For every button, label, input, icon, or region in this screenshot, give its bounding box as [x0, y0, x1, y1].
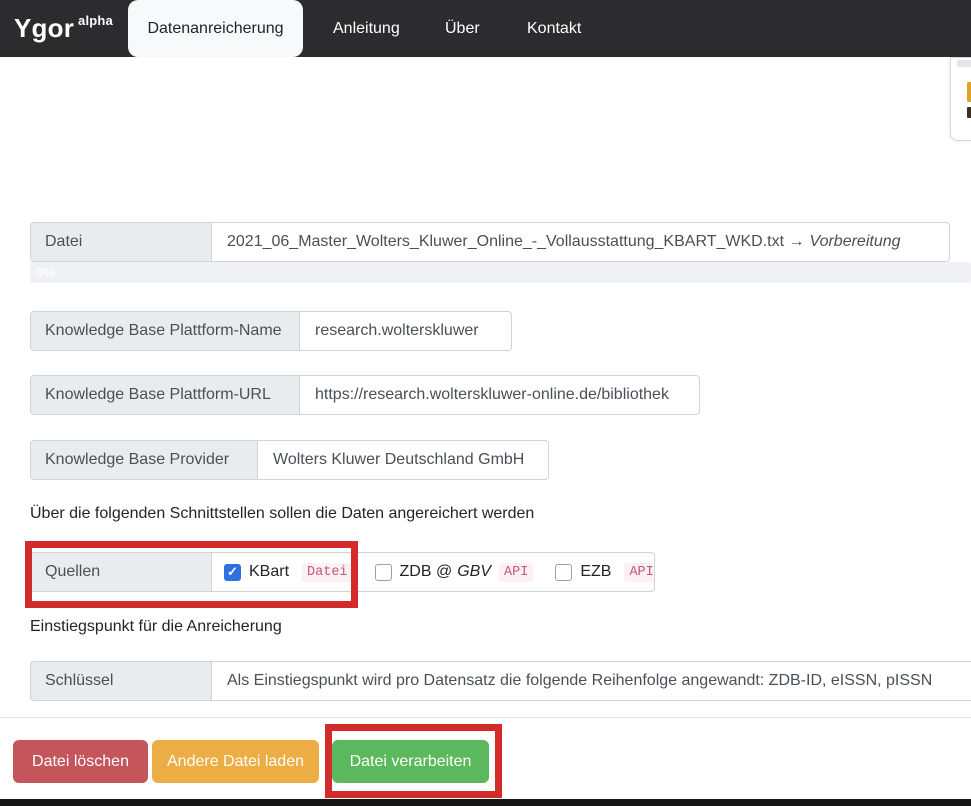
source-option-ezb: EZB API: [555, 563, 655, 582]
source-option-zdb: ZDB @GBV API: [375, 563, 534, 582]
kb-provider-label: Knowledge Base Provider: [30, 440, 258, 480]
kb-name-input[interactable]: research.wolterskluwer: [300, 311, 512, 351]
key-value-field[interactable]: Als Einstiegspunkt wird pro Datensatz di…: [212, 661, 971, 701]
nav-link-ueber[interactable]: Über: [445, 0, 480, 57]
brand-alpha-tag: alpha: [78, 13, 113, 28]
kb-url-label: Knowledge Base Plattform-URL: [30, 375, 300, 415]
nav-link-kontakt[interactable]: Kontakt: [527, 0, 581, 57]
nav-link-anleitung[interactable]: Anleitung: [333, 0, 400, 57]
entry-point-heading: Einstiegspunkt für die Anreicherung: [30, 618, 282, 636]
kbart-source-badge: Datei: [302, 563, 353, 582]
key-label: Schlüssel: [30, 661, 212, 701]
upload-progress-value: 0%: [36, 265, 55, 280]
key-row: Schlüssel Als Einstiegspunkt wird pro Da…: [30, 661, 971, 701]
file-label: Datei: [30, 222, 212, 262]
kbart-checkbox[interactable]: [224, 564, 241, 581]
zdb-checkbox[interactable]: [375, 564, 392, 581]
source-option-kbart: KBart Datei: [224, 563, 353, 582]
process-file-button[interactable]: Datei verarbeiten: [332, 740, 489, 783]
kb-url-input[interactable]: https://research.wolterskluwer-online.de…: [300, 375, 700, 415]
delete-file-button[interactable]: Datei löschen: [13, 740, 148, 783]
top-nav: Ygor alpha Datenanreicherung Anleitung Ü…: [0, 0, 971, 57]
app-window: Ygor alpha Datenanreicherung Anleitung Ü…: [0, 0, 971, 806]
footer-bar: [0, 799, 971, 806]
notification-panel: [950, 57, 971, 141]
upload-progress-bar: 0%: [30, 262, 971, 283]
sources-label: Quellen: [30, 552, 212, 592]
divider: [0, 717, 971, 718]
ezb-checkbox[interactable]: [555, 564, 572, 581]
kb-url-row: Knowledge Base Plattform-URL https://res…: [30, 375, 700, 415]
kb-name-label: Knowledge Base Plattform-Name: [30, 311, 300, 351]
sources-field: KBart Datei ZDB @GBV API EZB API: [212, 552, 655, 592]
file-status: Vorbereitung: [809, 233, 900, 251]
brand-logo: Ygor alpha: [14, 0, 113, 57]
zdb-source-badge: API: [499, 563, 533, 582]
kb-provider-row: Knowledge Base Provider Wolters Kluwer D…: [30, 440, 549, 480]
tab-datenanreicherung[interactable]: Datenanreicherung: [128, 0, 303, 57]
info-icon: [967, 107, 971, 118]
kb-name-row: Knowledge Base Plattform-Name research.w…: [30, 311, 512, 351]
sources-heading: Über die folgenden Schnittstellen sollen…: [30, 505, 534, 523]
load-other-file-button[interactable]: Andere Datei laden: [152, 740, 319, 783]
sources-row: Quellen KBart Datei ZDB @GBV API EZB API: [30, 552, 655, 592]
file-name: 2021_06_Master_Wolters_Kluwer_Online_-_V…: [227, 233, 804, 251]
kb-provider-input[interactable]: Wolters Kluwer Deutschland GmbH: [258, 440, 549, 480]
notification-panel-header: [957, 60, 971, 67]
ezb-label: EZB: [580, 563, 616, 581]
ezb-source-badge: API: [624, 563, 655, 582]
warning-icon: [967, 82, 971, 102]
brand-name: Ygor: [14, 13, 74, 44]
zdb-label: ZDB @GBV: [400, 563, 491, 581]
file-value-field[interactable]: 2021_06_Master_Wolters_Kluwer_Online_-_V…: [212, 222, 950, 262]
file-row: Datei 2021_06_Master_Wolters_Kluwer_Onli…: [30, 222, 950, 262]
kbart-label: KBart: [249, 563, 294, 581]
